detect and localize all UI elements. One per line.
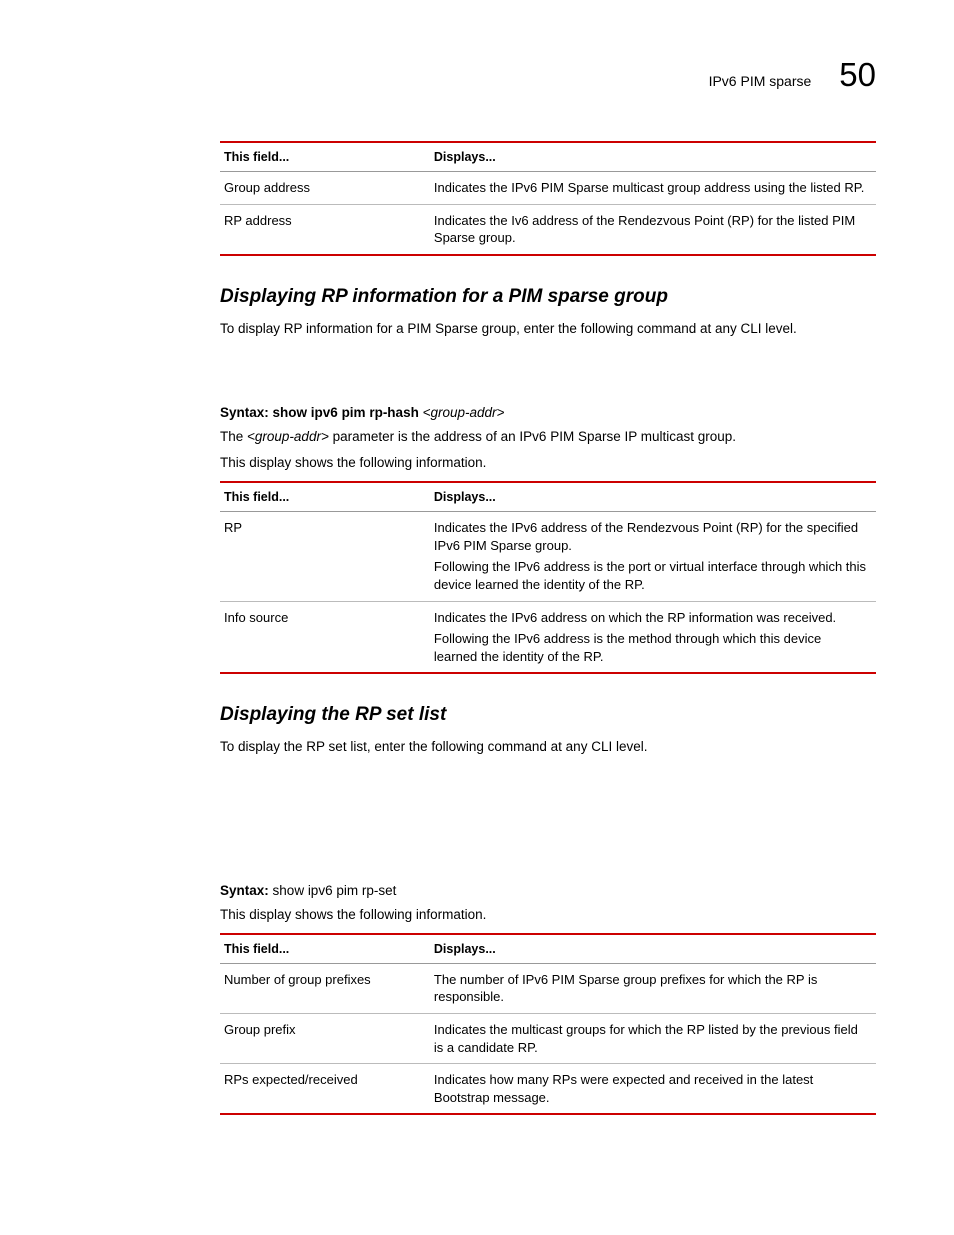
cell-field: RP address <box>220 204 430 255</box>
table-row: RP address Indicates the Iv6 address of … <box>220 204 876 255</box>
syntax-argument: <group-addr> <box>423 405 505 420</box>
table-row: Group address Indicates the IPv6 PIM Spa… <box>220 172 876 205</box>
cell-display: The number of IPv6 PIM Sparse group pref… <box>430 963 876 1013</box>
page: IPv6 PIM sparse 50 This field... Display… <box>0 0 954 1205</box>
param-post: parameter is the address of an IPv6 PIM … <box>329 429 736 444</box>
table-row: Info source Indicates the IPv6 address o… <box>220 601 876 673</box>
cell-display: Indicates the IPv6 PIM Sparse multicast … <box>430 172 876 205</box>
section-heading-rp-info: Displaying RP information for a PIM spar… <box>220 286 876 308</box>
cell-display: Indicates the Iv6 address of the Rendezv… <box>430 204 876 255</box>
table-header-displays: Displays... <box>430 142 876 172</box>
cell-line: Following the IPv6 address is the port o… <box>434 558 868 593</box>
table-header-displays: Displays... <box>430 934 876 964</box>
syntax-label: Syntax: <box>220 883 269 898</box>
cell-field: Group prefix <box>220 1014 430 1064</box>
table-group-rp: This field... Displays... Group address … <box>220 141 876 256</box>
table-rp-info: This field... Displays... RP Indicates t… <box>220 481 876 674</box>
table-row: Group prefix Indicates the multicast gro… <box>220 1014 876 1064</box>
table-row: RPs expected/received Indicates how many… <box>220 1064 876 1115</box>
cell-field: RPs expected/received <box>220 1064 430 1115</box>
syntax-command: show ipv6 pim rp-set <box>273 883 397 898</box>
chapter-number: 50 <box>839 58 876 91</box>
cell-line: Indicates the IPv6 address on which the … <box>434 609 868 627</box>
spacer <box>220 765 876 875</box>
syntax-line-rp-hash: Syntax: show ipv6 pim rp-hash <group-add… <box>220 405 876 420</box>
param-pre: The <box>220 429 247 444</box>
cell-display: Indicates the IPv6 address on which the … <box>430 601 876 673</box>
cell-field: Info source <box>220 601 430 673</box>
table-header-field: This field... <box>220 482 430 512</box>
syntax-label: Syntax: <box>220 405 269 420</box>
cell-display: Indicates the IPv6 address of the Rendez… <box>430 512 876 601</box>
cell-field: Number of group prefixes <box>220 963 430 1013</box>
cell-display: Indicates how many RPs were expected and… <box>430 1064 876 1115</box>
section1-followup: This display shows the following informa… <box>220 454 876 473</box>
section1-param: The <group-addr> parameter is the addres… <box>220 428 876 447</box>
table-header-displays: Displays... <box>430 482 876 512</box>
table-row: RP Indicates the IPv6 address of the Ren… <box>220 512 876 601</box>
spacer <box>220 347 876 397</box>
param-arg: <group-addr> <box>247 429 329 444</box>
syntax-command: show ipv6 pim rp-hash <box>273 405 419 420</box>
syntax-line-rp-set: Syntax: show ipv6 pim rp-set <box>220 883 876 898</box>
section2-intro: To display the RP set list, enter the fo… <box>220 738 876 757</box>
header-label: IPv6 PIM sparse <box>709 73 812 89</box>
cell-display: Indicates the multicast groups for which… <box>430 1014 876 1064</box>
table-header-field: This field... <box>220 142 430 172</box>
section1-intro: To display RP information for a PIM Spar… <box>220 320 876 339</box>
cell-field: Group address <box>220 172 430 205</box>
page-header: IPv6 PIM sparse 50 <box>220 58 876 91</box>
table-row: Number of group prefixes The number of I… <box>220 963 876 1013</box>
table-rp-set: This field... Displays... Number of grou… <box>220 933 876 1115</box>
cell-line: Following the IPv6 address is the method… <box>434 630 868 665</box>
table-header-field: This field... <box>220 934 430 964</box>
section2-followup: This display shows the following informa… <box>220 906 876 925</box>
section-heading-rp-set: Displaying the RP set list <box>220 704 876 726</box>
cell-field: RP <box>220 512 430 601</box>
cell-line: Indicates the IPv6 address of the Rendez… <box>434 519 868 554</box>
